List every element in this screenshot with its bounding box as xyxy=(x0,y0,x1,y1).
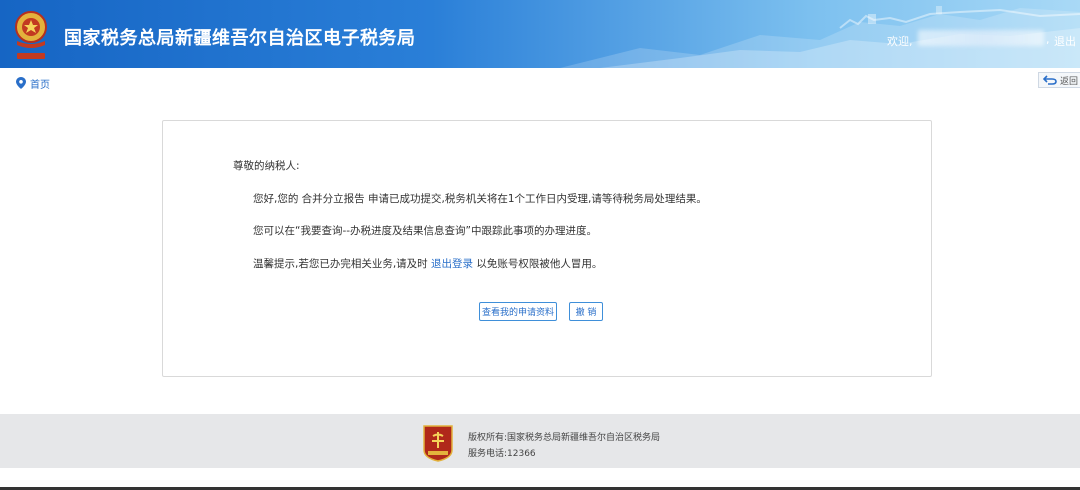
footer-copyright: 版权所有:国家税务总局新疆维吾尔自治区税务局 xyxy=(468,433,661,443)
notice-line-submitted: 您好,您的 合并分立报告 申请已成功提交,税务机关将在1个工作日内受理,请等待税… xyxy=(253,193,707,205)
tax-emblem-logo xyxy=(15,11,47,59)
notice-line-query-progress: 您可以在“我要查询--办税进度及结果信息查询”中跟踪此事项的办理进度。 xyxy=(253,225,597,237)
cancel-application-button[interactable]: 撤 销 xyxy=(569,302,603,321)
submission-result-card: 尊敬的纳税人: 您好,您的 合并分立报告 申请已成功提交,税务机关将在1个工作日… xyxy=(162,120,932,377)
welcome-text: 欢迎, xyxy=(887,35,913,48)
logout-link[interactable]: 退出 xyxy=(1054,33,1076,49)
welcome-separator: , xyxy=(1046,33,1050,46)
breadcrumb-home-link[interactable]: 首页 xyxy=(30,76,50,91)
site-title: 国家税务总局新疆维吾尔自治区电子税务局 xyxy=(64,28,416,49)
view-my-application-button[interactable]: 查看我的申请资料 xyxy=(479,302,557,321)
reminder-suffix: 以免账号权限被他人冒用。 xyxy=(473,258,603,270)
tax-bureau-badge-icon xyxy=(423,425,453,462)
page-footer: 版权所有:国家税务总局新疆维吾尔自治区税务局 服务电话:12366 xyxy=(0,414,1080,468)
reminder-prefix: 温馨提示,若您已办完相关业务,请及时 xyxy=(253,258,432,270)
footer-service-phone: 服务电话:12366 xyxy=(468,449,536,459)
return-arrow-icon xyxy=(1043,75,1057,85)
back-button[interactable]: 返回 xyxy=(1038,72,1080,88)
location-pin-icon xyxy=(16,77,26,89)
username-redacted xyxy=(918,30,1044,46)
back-button-label: 返回 xyxy=(1060,76,1079,87)
notice-line-reminder: 温馨提示,若您已办完相关业务,请及时 退出登录 以免账号权限被他人冒用。 xyxy=(253,256,602,271)
breadcrumb: 首页 xyxy=(16,76,50,91)
top-banner: 国家税务总局新疆维吾尔自治区电子税务局 欢迎, , 退出 xyxy=(0,0,1080,68)
logout-inline-link[interactable]: 退出登录 xyxy=(431,258,473,270)
notice-salutation: 尊敬的纳税人: xyxy=(233,160,300,172)
